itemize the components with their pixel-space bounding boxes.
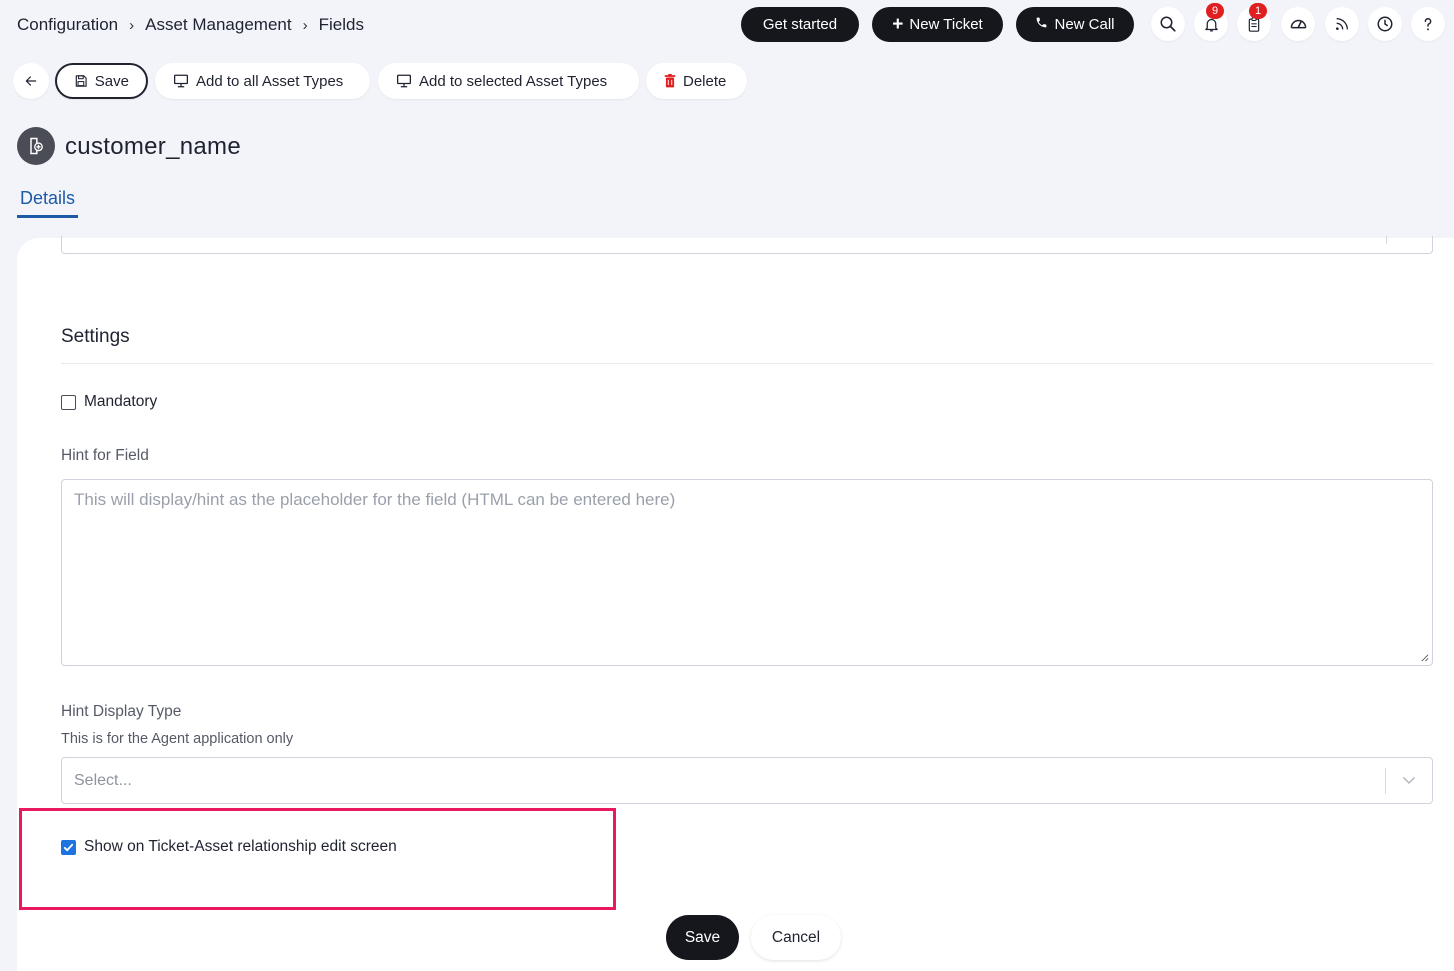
settings-section-title: Settings xyxy=(61,326,130,347)
details-card: Settings Mandatory Hint for Field This w… xyxy=(17,236,1454,971)
monitor-icon xyxy=(397,74,411,88)
rss-icon xyxy=(1336,18,1348,30)
top-bar: Configuration › Asset Management › Field… xyxy=(0,0,1454,50)
checkmark-icon xyxy=(63,843,74,851)
chevron-down-icon[interactable] xyxy=(1400,771,1418,789)
monitor-icon xyxy=(174,74,188,88)
hint-for-field-textarea[interactable]: This will display/hint as the placeholde… xyxy=(61,479,1433,666)
search-icon xyxy=(1160,16,1176,32)
hint-display-type-sublabel: This is for the Agent application only xyxy=(61,731,294,747)
delete-button[interactable]: Delete xyxy=(646,63,747,99)
hint-display-type-select[interactable]: Select... xyxy=(61,757,1433,804)
breadcrumb: Configuration › Asset Management › Field… xyxy=(17,15,364,35)
hint-for-field-label: Hint for Field xyxy=(61,447,149,464)
breadcrumb-fields: Fields xyxy=(318,15,364,34)
new-ticket-label: New Ticket xyxy=(909,16,983,33)
resize-grip-icon[interactable] xyxy=(1420,653,1429,662)
floppy-disk-icon xyxy=(75,75,87,87)
chevron-right-icon: › xyxy=(129,16,135,34)
field-type-icon xyxy=(17,127,55,165)
hint-placeholder: This will display/hint as the placeholde… xyxy=(74,490,676,509)
select-placeholder: Select... xyxy=(74,771,132,789)
help-button[interactable] xyxy=(1411,7,1445,41)
clock-icon xyxy=(1377,16,1393,32)
hint-display-type-label: Hint Display Type xyxy=(61,703,182,720)
speedometer-icon xyxy=(1290,19,1306,28)
breadcrumb-configuration[interactable]: Configuration xyxy=(17,15,118,35)
new-ticket-button[interactable]: + New Ticket xyxy=(872,7,1003,42)
scrolled-select-field[interactable] xyxy=(61,236,1433,254)
back-button[interactable] xyxy=(13,63,49,99)
footer-save-button[interactable]: Save xyxy=(666,915,739,960)
chevron-right-icon: › xyxy=(302,16,308,34)
page-title: customer_name xyxy=(65,133,241,160)
save-button[interactable]: Save xyxy=(55,63,148,99)
add-to-selected-label: Add to selected Asset Types xyxy=(419,72,608,90)
highlight-annotation-box xyxy=(19,808,616,910)
add-to-all-label: Add to all Asset Types xyxy=(196,72,344,90)
show-on-ticket-asset-row: Show on Ticket-Asset relationship edit s… xyxy=(61,838,397,856)
tasks-button[interactable]: 1 xyxy=(1237,3,1271,41)
tasks-badge: 1 xyxy=(1249,3,1267,19)
mandatory-row: Mandatory xyxy=(61,393,157,411)
show-on-ticket-asset-label[interactable]: Show on Ticket-Asset relationship edit s… xyxy=(84,838,397,856)
notifications-button[interactable]: 9 xyxy=(1194,3,1228,41)
breadcrumb-asset-management[interactable]: Asset Management xyxy=(145,15,291,35)
new-call-button[interactable]: New Call xyxy=(1016,7,1134,42)
search-icon-button[interactable] xyxy=(1151,7,1185,41)
get-started-label: Get started xyxy=(762,16,838,33)
help-icon xyxy=(1424,18,1432,31)
get-started-button[interactable]: Get started xyxy=(741,7,859,42)
tab-details[interactable]: Details xyxy=(17,188,79,218)
history-button[interactable] xyxy=(1368,7,1402,41)
notifications-badge: 9 xyxy=(1206,3,1224,19)
feed-button[interactable] xyxy=(1325,7,1359,41)
mandatory-checkbox[interactable] xyxy=(61,394,76,410)
new-call-label: New Call xyxy=(1054,16,1115,33)
footer-cancel-button[interactable]: Cancel xyxy=(751,915,841,960)
trash-icon xyxy=(664,74,676,88)
plus-icon: + xyxy=(892,14,904,35)
mandatory-label[interactable]: Mandatory xyxy=(84,393,157,411)
select-divider xyxy=(1385,768,1386,794)
dashboard-button[interactable] xyxy=(1281,7,1315,41)
save-label: Save xyxy=(94,72,129,90)
phone-icon xyxy=(1035,16,1048,33)
show-on-ticket-asset-checkbox[interactable] xyxy=(61,839,76,855)
delete-label: Delete xyxy=(683,72,727,90)
select-divider xyxy=(1386,236,1387,244)
add-to-all-asset-types-button[interactable]: Add to all Asset Types xyxy=(155,63,370,99)
arrow-left-icon xyxy=(25,76,37,86)
add-to-selected-asset-types-button[interactable]: Add to selected Asset Types xyxy=(378,63,639,99)
field-add-icon xyxy=(30,137,43,155)
section-divider xyxy=(61,363,1433,364)
